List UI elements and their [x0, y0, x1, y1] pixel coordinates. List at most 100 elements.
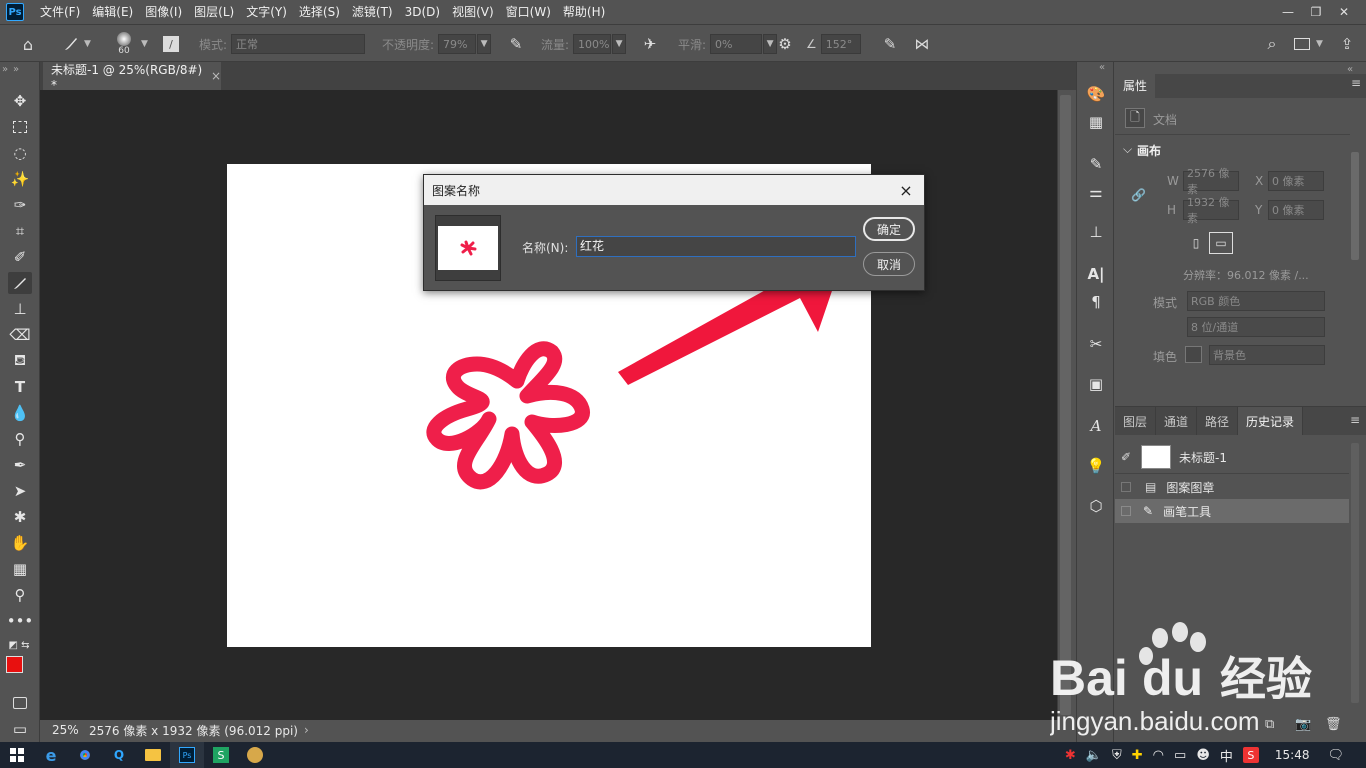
- paint-bucket-tool-icon[interactable]: ⛾: [8, 350, 32, 372]
- minimize-icon[interactable]: —: [1274, 0, 1302, 24]
- tab-properties[interactable]: 属性: [1115, 74, 1156, 98]
- quick-mask-icon[interactable]: [8, 692, 32, 714]
- status-menu-arrow[interactable]: ›: [304, 723, 309, 737]
- scrollbar-thumb[interactable]: [1060, 95, 1071, 715]
- clock[interactable]: 15:48: [1275, 748, 1310, 762]
- pressure-size-icon[interactable]: ✎: [880, 25, 900, 63]
- update-tray-icon[interactable]: ✚: [1132, 748, 1143, 763]
- swap-colors-icon[interactable]: ◩ ⇆: [4, 638, 34, 652]
- browser-q-icon[interactable]: Q: [102, 742, 136, 768]
- chevron-down-icon[interactable]: ▼: [477, 34, 492, 54]
- healing-brush-tool-icon[interactable]: ✐: [8, 246, 32, 268]
- ie-browser-icon[interactable]: e: [34, 742, 68, 768]
- antivirus-tray-icon[interactable]: ✱: [1065, 748, 1076, 763]
- fill-swatch[interactable]: [1185, 346, 1202, 363]
- color-palette-icon[interactable]: 🎨: [1084, 82, 1108, 106]
- close-tab-icon[interactable]: ×: [211, 69, 221, 83]
- clone-stamp-tool-icon[interactable]: ⊥: [8, 298, 32, 320]
- wifi-icon[interactable]: ◠: [1153, 748, 1164, 763]
- paragraph-icon[interactable]: ¶: [1084, 290, 1108, 314]
- share-icon[interactable]: ⇪: [1337, 25, 1357, 63]
- camera-snapshot-icon[interactable]: 📷: [1295, 717, 1311, 732]
- menu-type[interactable]: 文字(Y): [240, 0, 293, 24]
- menu-3d[interactable]: 3D(D): [399, 0, 446, 24]
- type-tool-icon[interactable]: T: [8, 376, 32, 398]
- photoshop-taskbar-icon[interactable]: Ps: [170, 742, 204, 768]
- ime-indicator[interactable]: 中: [1220, 746, 1233, 765]
- collapse-panels-icon[interactable]: »: [2, 64, 8, 75]
- gear-icon[interactable]: ⚙: [775, 25, 795, 63]
- swatches-grid-icon[interactable]: ▦: [1084, 110, 1108, 134]
- tab-channels[interactable]: 通道: [1156, 407, 1198, 435]
- qq-tray-icon[interactable]: ☻: [1196, 748, 1210, 763]
- tab-layers[interactable]: 图层: [1115, 407, 1157, 435]
- sogou-ime-icon[interactable]: S: [1242, 747, 1259, 763]
- portrait-orientation-icon[interactable]: ▯: [1187, 234, 1205, 252]
- dodge-tool-icon[interactable]: ⚲: [8, 428, 32, 450]
- app-compass-icon[interactable]: [238, 742, 272, 768]
- pattern-name-input[interactable]: 红花: [576, 236, 856, 257]
- panel-menu-icon[interactable]: ≡: [1351, 76, 1361, 90]
- history-checkbox[interactable]: [1121, 482, 1131, 492]
- display-icon[interactable]: ▭: [1174, 748, 1186, 763]
- history-snapshot-row[interactable]: ✐ 未标题-1: [1115, 443, 1349, 471]
- chrome-icon[interactable]: [68, 742, 102, 768]
- chevron-down-icon[interactable]: ▼: [84, 25, 91, 63]
- eraser-tool-icon[interactable]: ⌫: [8, 324, 32, 346]
- x-field[interactable]: 0 像素: [1268, 171, 1324, 191]
- chevron-down-icon[interactable]: ⌵: [1123, 142, 1132, 157]
- zoom-level[interactable]: 25%: [40, 723, 79, 737]
- menu-image[interactable]: 图像(I): [139, 0, 188, 24]
- menu-edit[interactable]: 编辑(E): [86, 0, 139, 24]
- blur-tool-icon[interactable]: 💧: [8, 402, 32, 424]
- flow-field[interactable]: 100%: [573, 34, 612, 54]
- y-field[interactable]: 0 像素: [1268, 200, 1324, 220]
- brush-size-picker[interactable]: 60: [110, 25, 138, 63]
- pressure-opacity-icon[interactable]: ✎: [506, 25, 526, 63]
- foreground-color-swatch[interactable]: [6, 656, 23, 673]
- menu-help[interactable]: 帮助(H): [557, 0, 611, 24]
- collapse-icon[interactable]: «: [1099, 62, 1105, 73]
- eyedropper-tool-icon[interactable]: ✑: [8, 194, 32, 216]
- wps-sheet-icon[interactable]: S: [204, 742, 238, 768]
- history-checkbox[interactable]: [1121, 506, 1131, 516]
- history-step[interactable]: ▤ 图案图章: [1115, 475, 1349, 499]
- menu-window[interactable]: 窗口(W): [500, 0, 557, 24]
- angle-field[interactable]: 152°: [820, 34, 861, 54]
- mode-select[interactable]: 正常: [231, 34, 366, 54]
- menu-filter[interactable]: 滤镜(T): [346, 0, 399, 24]
- glyphs-icon[interactable]: A: [1084, 414, 1108, 438]
- chevron-down-icon[interactable]: ▼: [612, 34, 627, 54]
- windows-start-icon[interactable]: [0, 742, 34, 768]
- 3d-cube-icon[interactable]: ⬡: [1084, 494, 1108, 518]
- tab-paths[interactable]: 路径: [1197, 407, 1239, 435]
- home-icon[interactable]: ⌂: [16, 25, 40, 63]
- navigator-icon[interactable]: ▣: [1084, 372, 1108, 396]
- clone-source-icon[interactable]: ⊥: [1084, 220, 1108, 244]
- lasso-tool-icon[interactable]: ◌: [8, 142, 32, 164]
- magic-wand-tool-icon[interactable]: ✨: [8, 168, 32, 190]
- volume-icon[interactable]: 🔈: [1086, 748, 1102, 763]
- close-window-icon[interactable]: ✕: [1330, 0, 1358, 24]
- more-tools-icon[interactable]: •••: [7, 610, 34, 632]
- close-icon[interactable]: ×: [896, 180, 916, 200]
- trash-icon[interactable]: 🗑: [1325, 717, 1342, 732]
- file-explorer-icon[interactable]: [136, 742, 170, 768]
- search-icon[interactable]: ⌕: [1262, 25, 1282, 63]
- width-field[interactable]: 2576 像素: [1183, 167, 1239, 196]
- history-scrollbar[interactable]: [1351, 443, 1359, 703]
- workspace-icon[interactable]: [1292, 25, 1312, 63]
- symmetry-butterfly-icon[interactable]: ⋈: [912, 25, 932, 63]
- menu-layer[interactable]: 图层(L): [188, 0, 240, 24]
- ok-button[interactable]: 确定: [863, 217, 915, 241]
- move-tool-icon[interactable]: ✥: [8, 90, 32, 112]
- pen-tool-icon[interactable]: ✒: [8, 454, 32, 476]
- brush-settings-icon[interactable]: ✎: [1084, 152, 1108, 176]
- notification-icon[interactable]: 🗨: [1327, 748, 1344, 763]
- document-tab[interactable]: 未标题-1 @ 25%(RGB/8#) * ×: [43, 62, 221, 92]
- bit-depth-select[interactable]: 8 位/通道: [1187, 317, 1325, 337]
- panel-menu-icon[interactable]: ≡: [1344, 407, 1366, 435]
- crop-tool-icon[interactable]: ⌗: [8, 220, 32, 242]
- brush-preset-icon[interactable]: [60, 25, 82, 63]
- zoom-tool-icon[interactable]: ⚲: [8, 584, 32, 606]
